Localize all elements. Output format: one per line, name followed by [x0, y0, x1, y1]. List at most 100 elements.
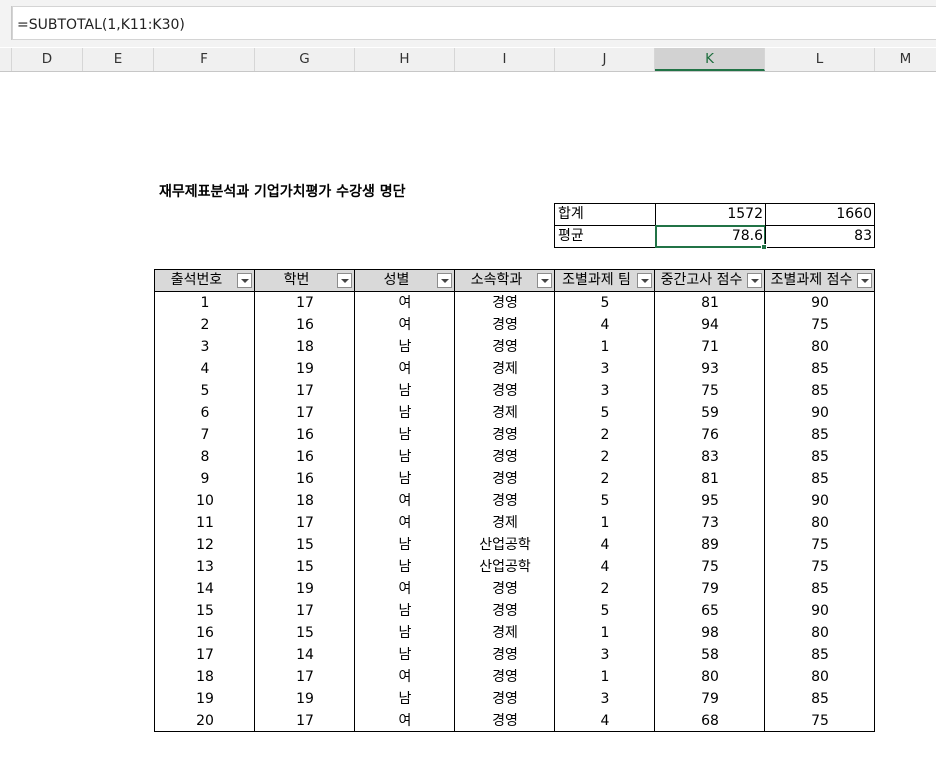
cell-student-id[interactable]: 16 [255, 424, 355, 446]
cell-student-id[interactable]: 16 [255, 314, 355, 336]
cell-attendance-no[interactable]: 6 [155, 402, 255, 424]
cell-gender[interactable]: 남 [355, 468, 455, 490]
cell-gender[interactable]: 여 [355, 314, 455, 336]
cell-gender[interactable]: 남 [355, 556, 455, 578]
cell-student-id[interactable]: 18 [255, 490, 355, 512]
cell-department[interactable]: 경영 [455, 688, 555, 710]
cell-department[interactable]: 경제 [455, 622, 555, 644]
cell-gender[interactable]: 남 [355, 380, 455, 402]
cell-student-id[interactable]: 17 [255, 402, 355, 424]
cell-gender[interactable]: 여 [355, 578, 455, 600]
cell-student-id[interactable]: 16 [255, 468, 355, 490]
cell-midterm-score[interactable]: 71 [655, 336, 765, 358]
cell-team-score[interactable]: 80 [765, 512, 875, 534]
cell-team[interactable]: 2 [555, 446, 655, 468]
table-header-team[interactable]: 조별과제 팀 [554, 269, 655, 292]
cell-team[interactable]: 3 [555, 358, 655, 380]
cell-attendance-no[interactable]: 13 [155, 556, 255, 578]
cell-team-score[interactable]: 85 [765, 644, 875, 666]
cell-department[interactable]: 경영 [455, 314, 555, 336]
cell-department[interactable]: 경영 [455, 666, 555, 688]
cell-department[interactable]: 경영 [455, 644, 555, 666]
sum-k-cell[interactable]: 1572 [655, 203, 766, 226]
column-header-i[interactable]: I [455, 48, 555, 71]
cell-midterm-score[interactable]: 73 [655, 512, 765, 534]
column-header-j[interactable]: J [555, 48, 655, 71]
cell-department[interactable]: 경제 [455, 512, 555, 534]
cell-midterm-score[interactable]: 59 [655, 402, 765, 424]
cell-midterm-score[interactable]: 81 [655, 292, 765, 314]
column-header-d[interactable]: D [12, 48, 83, 71]
cell-team[interactable]: 1 [555, 512, 655, 534]
cell-attendance-no[interactable]: 18 [155, 666, 255, 688]
cell-team-score[interactable]: 90 [765, 490, 875, 512]
avg-l-cell[interactable]: 83 [765, 225, 875, 248]
cell-gender[interactable]: 여 [355, 666, 455, 688]
filter-dropdown-icon[interactable] [637, 273, 652, 288]
table-header-student-id[interactable]: 학번 [254, 269, 355, 292]
cell-department[interactable]: 경제 [455, 358, 555, 380]
avg-label-cell[interactable]: 평균 [554, 225, 656, 248]
cell-team[interactable]: 1 [555, 622, 655, 644]
cell-department[interactable]: 산업공학 [455, 534, 555, 556]
cell-team-score[interactable]: 85 [765, 358, 875, 380]
cell-student-id[interactable]: 17 [255, 380, 355, 402]
cell-midterm-score[interactable]: 79 [655, 688, 765, 710]
cell-attendance-no[interactable]: 3 [155, 336, 255, 358]
cell-team[interactable]: 2 [555, 424, 655, 446]
table-header-department[interactable]: 소속학과 [454, 269, 555, 292]
cell-department[interactable]: 경영 [455, 336, 555, 358]
cell-attendance-no[interactable]: 16 [155, 622, 255, 644]
cell-gender[interactable]: 남 [355, 424, 455, 446]
cell-gender[interactable]: 남 [355, 688, 455, 710]
cell-team-score[interactable]: 80 [765, 336, 875, 358]
cell-team[interactable]: 5 [555, 292, 655, 314]
column-header-partial[interactable] [0, 48, 12, 71]
cell-team[interactable]: 5 [555, 600, 655, 622]
cell-gender[interactable]: 남 [355, 534, 455, 556]
cell-team[interactable]: 5 [555, 402, 655, 424]
cell-midterm-score[interactable]: 76 [655, 424, 765, 446]
cell-department[interactable]: 경영 [455, 468, 555, 490]
cell-midterm-score[interactable]: 95 [655, 490, 765, 512]
sheet-title[interactable]: 재무제표분석과 기업가치평가 수강생 명단 [159, 182, 405, 202]
cell-midterm-score[interactable]: 79 [655, 578, 765, 600]
cell-team-score[interactable]: 75 [765, 556, 875, 578]
cell-attendance-no[interactable]: 5 [155, 380, 255, 402]
cell-department[interactable]: 경영 [455, 424, 555, 446]
cell-student-id[interactable]: 15 [255, 556, 355, 578]
cell-team[interactable]: 1 [555, 336, 655, 358]
cell-gender[interactable]: 여 [355, 710, 455, 732]
cell-midterm-score[interactable]: 75 [655, 380, 765, 402]
cell-team[interactable]: 4 [555, 710, 655, 732]
cell-department[interactable]: 산업공학 [455, 556, 555, 578]
cell-department[interactable]: 경영 [455, 380, 555, 402]
column-header-g[interactable]: G [255, 48, 355, 71]
cell-student-id[interactable]: 19 [255, 578, 355, 600]
cell-department[interactable]: 경영 [455, 490, 555, 512]
sum-label-cell[interactable]: 합계 [554, 203, 656, 226]
cell-midterm-score[interactable]: 75 [655, 556, 765, 578]
cell-team-score[interactable]: 85 [765, 688, 875, 710]
cell-attendance-no[interactable]: 10 [155, 490, 255, 512]
cell-team-score[interactable]: 85 [765, 446, 875, 468]
filter-dropdown-icon[interactable] [437, 273, 452, 288]
cell-attendance-no[interactable]: 20 [155, 710, 255, 732]
cell-attendance-no[interactable]: 11 [155, 512, 255, 534]
cell-team[interactable]: 1 [555, 666, 655, 688]
cell-student-id[interactable]: 15 [255, 534, 355, 556]
cell-team-score[interactable]: 80 [765, 622, 875, 644]
cell-midterm-score[interactable]: 83 [655, 446, 765, 468]
cell-team-score[interactable]: 75 [765, 534, 875, 556]
sum-l-cell[interactable]: 1660 [765, 203, 875, 226]
cell-department[interactable]: 경영 [455, 600, 555, 622]
cell-gender[interactable]: 여 [355, 490, 455, 512]
cell-team[interactable]: 4 [555, 314, 655, 336]
table-header-attendance[interactable]: 출석번호 [154, 269, 255, 292]
filter-dropdown-icon[interactable] [537, 273, 552, 288]
column-header-l[interactable]: L [765, 48, 875, 71]
cell-gender[interactable]: 남 [355, 622, 455, 644]
filter-dropdown-icon[interactable] [747, 273, 762, 288]
column-header-k[interactable]: K [655, 48, 765, 71]
cell-team[interactable]: 5 [555, 490, 655, 512]
